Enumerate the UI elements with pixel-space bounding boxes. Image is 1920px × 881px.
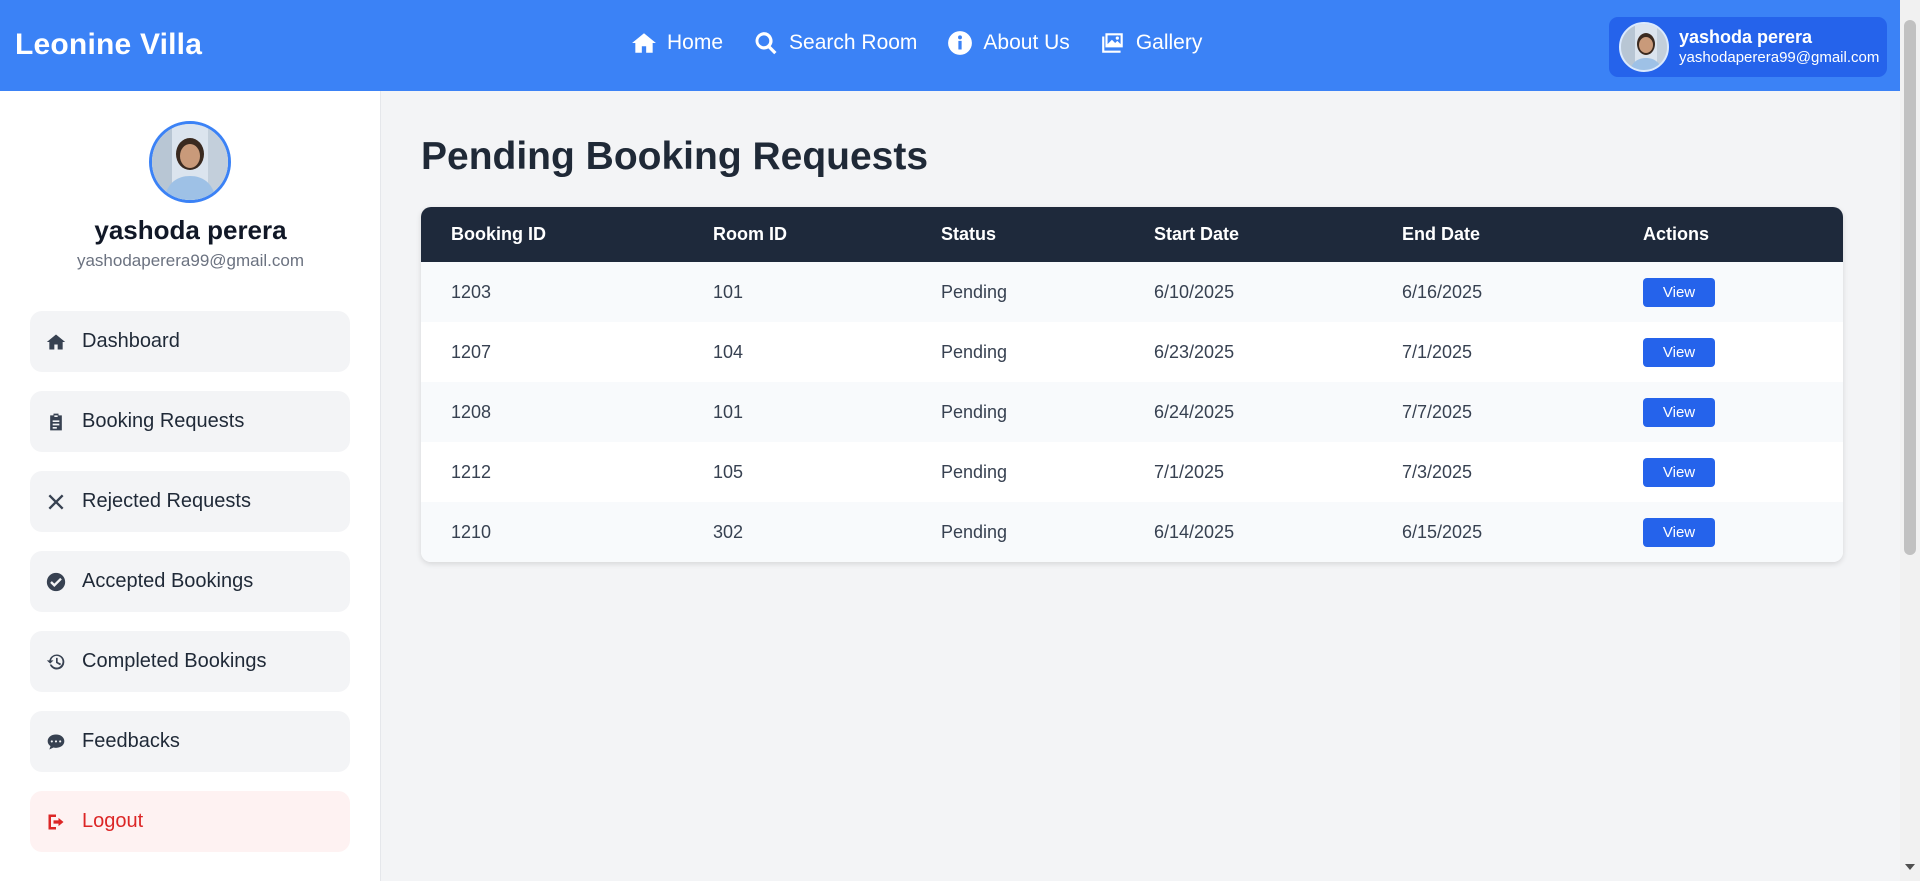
col-room-id: Room ID: [713, 224, 787, 244]
cell-room-id: 104: [713, 341, 744, 362]
user-email: yashodaperera99@gmail.com: [1679, 48, 1880, 66]
sidebar-item-label: Logout: [82, 810, 144, 832]
sidebar-item-label: Completed Bookings: [82, 650, 267, 672]
view-button[interactable]: View: [1643, 337, 1715, 367]
sidebar-item-logout[interactable]: Logout: [30, 791, 350, 852]
check-circle-icon: [46, 572, 66, 591]
nav-search-room-label: Search Room: [789, 31, 918, 54]
cell-end-date: 6/16/2025: [1402, 281, 1483, 302]
avatar: [1619, 22, 1669, 72]
scroll-down-arrow-icon[interactable]: [1905, 864, 1915, 870]
cell-end-date: 7/3/2025: [1402, 461, 1473, 482]
profile-avatar: [149, 121, 231, 203]
table-row: 1212 105 Pending 7/1/2025 7/3/2025 View: [421, 442, 1843, 502]
nav-home-label: Home: [667, 31, 724, 54]
sidebar-item-feedbacks[interactable]: Feedbacks: [30, 711, 350, 772]
nav-gallery-label: Gallery: [1135, 31, 1203, 54]
main-nav: Home Search Room About Us Gallery: [631, 30, 1202, 56]
clipboard-icon: [50, 413, 62, 430]
nav-about-us[interactable]: About Us: [947, 30, 1070, 56]
col-actions: Actions: [1643, 224, 1710, 244]
col-end-date: End Date: [1402, 224, 1481, 244]
cell-status: Pending: [941, 341, 1008, 362]
sidebar-item-completed-bookings[interactable]: Completed Bookings: [30, 631, 350, 692]
bookings-table: Booking ID Room ID Status Start Date End…: [421, 207, 1843, 562]
cell-status: Pending: [941, 281, 1008, 302]
cell-start-date: 6/10/2025: [1154, 281, 1235, 302]
table-row: 1210 302 Pending 6/14/2025 6/15/2025 Vie…: [421, 502, 1843, 562]
brand-logo[interactable]: Leonine Villa: [15, 28, 202, 62]
profile-name: yashoda perera: [94, 215, 287, 245]
nav-home[interactable]: Home: [631, 30, 723, 56]
x-icon: [48, 494, 64, 509]
sidebar-item-dashboard[interactable]: Dashboard: [30, 311, 350, 372]
info-icon: [948, 31, 973, 55]
user-profile-chip[interactable]: yashoda perera yashodaperera99@gmail.com: [1609, 17, 1887, 77]
view-button[interactable]: View: [1643, 397, 1715, 427]
sidebar-item-label: Accepted Bookings: [82, 570, 254, 592]
table-row: 1207 104 Pending 6/23/2025 7/1/2025 View: [421, 322, 1843, 382]
sidebar-item-label: Rejected Requests: [82, 490, 251, 512]
search-icon: [755, 32, 777, 55]
nav-about-us-label: About Us: [983, 31, 1070, 54]
cell-end-date: 6/15/2025: [1402, 521, 1483, 542]
cell-start-date: 6/23/2025: [1154, 341, 1235, 362]
sidebar-item-label: Feedbacks: [82, 730, 180, 752]
cell-status: Pending: [941, 401, 1008, 422]
sidebar-item-label: Dashboard: [82, 330, 180, 352]
user-name: yashoda perera: [1679, 27, 1813, 48]
sidebar-menu: Dashboard Booking Requests Rejected Requ…: [30, 311, 350, 871]
cell-booking-id: 1208: [451, 401, 492, 422]
cell-start-date: 6/24/2025: [1154, 401, 1235, 422]
sidebar-item-accepted-bookings[interactable]: Accepted Bookings: [30, 551, 350, 612]
cell-room-id: 105: [713, 461, 744, 482]
cell-room-id: 302: [713, 521, 744, 542]
comment-icon: [47, 734, 65, 749]
nav-gallery[interactable]: Gallery: [1100, 30, 1203, 56]
cell-status: Pending: [941, 521, 1008, 542]
view-button[interactable]: View: [1643, 517, 1715, 547]
page-title: Pending Booking Requests: [421, 135, 929, 178]
sidebar-item-rejected-requests[interactable]: Rejected Requests: [30, 471, 350, 532]
main-content: Pending Booking Requests Booking ID Room…: [381, 91, 1900, 881]
cell-end-date: 7/7/2025: [1402, 401, 1473, 422]
logout-icon: [48, 814, 64, 829]
gallery-icon: [1101, 33, 1123, 53]
page-scrollbar[interactable]: [1900, 0, 1920, 881]
sidebar-item-label: Booking Requests: [82, 410, 245, 432]
cell-start-date: 6/14/2025: [1154, 521, 1235, 542]
col-status: Status: [941, 224, 997, 244]
home-icon: [632, 33, 656, 53]
history-icon: [46, 653, 65, 669]
view-button[interactable]: View: [1643, 277, 1715, 307]
col-booking-id: Booking ID: [451, 224, 546, 244]
cell-start-date: 7/1/2025: [1154, 461, 1225, 482]
profile-email: yashodaperera99@gmail.com: [76, 251, 305, 270]
table-row: 1203 101 Pending 6/10/2025 6/16/2025 Vie…: [421, 262, 1843, 322]
cell-booking-id: 1212: [451, 461, 492, 482]
view-button[interactable]: View: [1643, 457, 1715, 487]
cell-room-id: 101: [713, 281, 744, 302]
scroll-thumb[interactable]: [1904, 20, 1916, 555]
sidebar-item-booking-requests[interactable]: Booking Requests: [30, 391, 350, 452]
col-start-date: Start Date: [1154, 224, 1240, 244]
home-icon: [46, 334, 66, 349]
top-navbar: Leonine Villa Home Search Room About Us …: [0, 0, 1900, 91]
cell-room-id: 101: [713, 401, 744, 422]
bookings-table-card: Booking ID Room ID Status Start Date End…: [421, 207, 1843, 562]
table-row: 1208 101 Pending 6/24/2025 7/7/2025 View: [421, 382, 1843, 442]
cell-status: Pending: [941, 461, 1008, 482]
cell-booking-id: 1203: [451, 281, 492, 302]
table-header-row: Booking ID Room ID Status Start Date End…: [421, 207, 1843, 262]
nav-search-room[interactable]: Search Room: [753, 30, 917, 56]
cell-booking-id: 1210: [451, 521, 492, 542]
sidebar: yashoda perera yashodaperera99@gmail.com…: [0, 91, 381, 881]
cell-end-date: 7/1/2025: [1402, 341, 1473, 362]
cell-booking-id: 1207: [451, 341, 492, 362]
